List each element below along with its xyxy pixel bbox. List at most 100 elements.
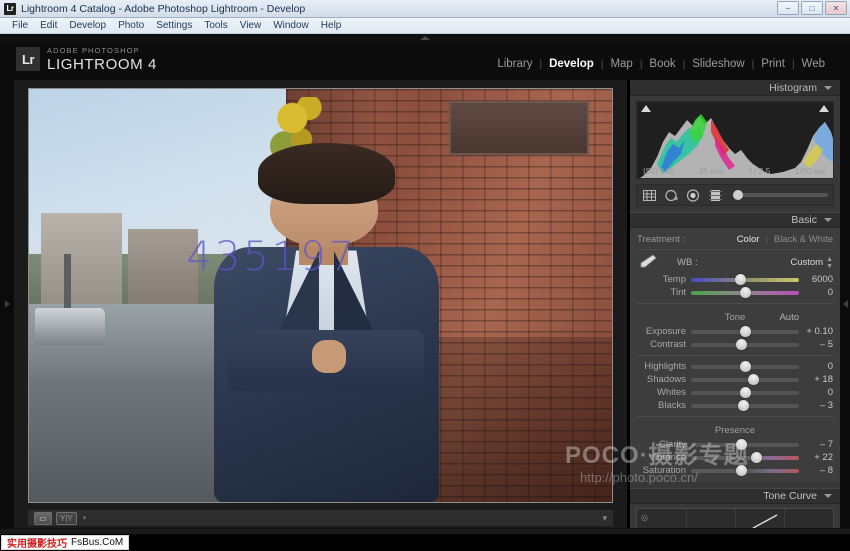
slider-knob[interactable] (740, 287, 751, 298)
chevron-left-icon (843, 300, 848, 308)
slider-shadows[interactable]: Shadows + 18 (637, 373, 833, 386)
module-library[interactable]: Library (490, 58, 539, 70)
loupe-view-button[interactable]: ▭ (34, 512, 52, 525)
eyedropper-icon[interactable] (637, 254, 659, 271)
slider-track[interactable] (691, 278, 799, 282)
chevron-down-icon[interactable] (824, 86, 832, 90)
graduated-filter-icon[interactable] (708, 189, 723, 202)
slider-track[interactable] (691, 291, 799, 295)
module-web[interactable]: Web (795, 58, 832, 70)
slider-value: – 3 (799, 400, 833, 411)
spot-removal-icon[interactable] (664, 189, 679, 202)
subject-hair (258, 143, 395, 204)
slider-knob[interactable] (740, 361, 751, 372)
lightroom-window: Lr Lightroom 4 Catalog - Adobe Photoshop… (0, 0, 850, 551)
slider-knob[interactable] (751, 452, 762, 463)
treatment-color-option[interactable]: Color (737, 234, 760, 245)
menu-develop[interactable]: Develop (63, 18, 112, 33)
module-map[interactable]: Map (603, 58, 639, 70)
identity-plate[interactable]: Lr ADOBE PHOTOSHOP LIGHTROOM 4 (16, 47, 157, 72)
module-picker: Library | Develop | Map | Book | Slidesh… (490, 58, 832, 70)
slider-knob[interactable] (740, 326, 751, 337)
slider-track[interactable] (691, 391, 799, 395)
right-panel: Histogram ISO 640 35 mm (630, 80, 840, 528)
slider-label: Exposure (637, 326, 691, 337)
top-panel-collapse[interactable] (0, 34, 850, 42)
photo-window-frame (449, 101, 589, 155)
close-button[interactable]: ✕ (825, 1, 847, 15)
slider-knob[interactable] (736, 439, 747, 450)
slider-value: 0 (799, 287, 833, 298)
slider-knob[interactable] (736, 465, 747, 476)
red-eye-icon[interactable] (686, 189, 701, 202)
module-develop[interactable]: Develop (542, 58, 601, 70)
slider-tint[interactable]: Tint 0 (637, 286, 833, 299)
divider (637, 303, 833, 304)
slider-blacks[interactable]: Blacks – 3 (637, 399, 833, 412)
menu-photo[interactable]: Photo (112, 18, 150, 33)
slider-knob[interactable] (738, 400, 749, 411)
tone-curve-header[interactable]: Tone Curve (630, 488, 840, 504)
chevron-down-icon[interactable] (824, 218, 832, 222)
module-print[interactable]: Print (754, 58, 792, 70)
menu-file[interactable]: File (6, 18, 34, 33)
slider-highlights[interactable]: Highlights 0 (637, 360, 833, 373)
slider-vibrance[interactable]: Vibrance + 22 (637, 451, 833, 464)
targeted-adjustment-icon[interactable]: ◎ (641, 513, 648, 522)
crop-overlay-icon[interactable] (642, 189, 657, 202)
slider-whites[interactable]: Whites 0 (637, 386, 833, 399)
slider-knob[interactable] (735, 274, 746, 285)
module-header: Lr ADOBE PHOTOSHOP LIGHTROOM 4 Library |… (0, 42, 850, 80)
chevron-down-icon[interactable] (824, 494, 832, 498)
menu-settings[interactable]: Settings (150, 18, 198, 33)
slider-knob[interactable] (748, 374, 759, 385)
slider-track[interactable] (691, 404, 799, 408)
metadata-iso: ISO 640 (643, 166, 674, 176)
menu-tools[interactable]: Tools (198, 18, 233, 33)
wb-preset-dropdown[interactable]: Custom ▲▼ (790, 256, 833, 270)
slider-temp[interactable]: Temp 6000 (637, 273, 833, 286)
slider-contrast[interactable]: Contrast – 5 (637, 338, 833, 351)
slider-track[interactable] (691, 469, 799, 473)
slider-track[interactable] (691, 343, 799, 347)
slider-track[interactable] (691, 378, 799, 382)
chevron-down-icon[interactable]: ▾ (83, 514, 87, 522)
treatment-bw-option[interactable]: Black & White (774, 234, 833, 245)
slider-track[interactable] (691, 330, 799, 334)
right-panel-collapse[interactable] (840, 80, 850, 528)
slider-track[interactable] (691, 456, 799, 460)
minimize-button[interactable]: – (777, 1, 799, 15)
chevron-updown-icon: ▲▼ (826, 256, 833, 270)
shadow-clipping-indicator-icon[interactable] (641, 105, 651, 112)
taskbar-item[interactable]: 实用摄影技巧 FsBus.CoM (1, 535, 129, 550)
menu-view[interactable]: View (234, 18, 268, 33)
left-panel-collapse[interactable] (0, 80, 14, 528)
module-slideshow[interactable]: Slideshow (685, 58, 751, 70)
brush-size-slider[interactable] (733, 193, 828, 197)
histogram-header[interactable]: Histogram (630, 80, 840, 96)
brush-size-knob[interactable] (733, 190, 743, 200)
slider-knob[interactable] (736, 339, 747, 350)
photo-container[interactable]: 435197 (28, 88, 613, 503)
slider-saturation[interactable]: Saturation – 8 (637, 464, 833, 477)
auto-tone-button[interactable]: Auto (779, 312, 799, 323)
maximize-button[interactable]: □ (801, 1, 823, 15)
compare-view-button[interactable]: Y|Y (56, 512, 77, 525)
histogram-title: Histogram (769, 82, 817, 94)
toolbar-options-caret[interactable]: ▾ (602, 513, 607, 524)
slider-clarity[interactable]: Clarity – 7 (637, 438, 833, 451)
slider-value: – 7 (799, 439, 833, 450)
slider-track[interactable] (691, 443, 799, 447)
slider-knob[interactable] (740, 387, 751, 398)
menu-window[interactable]: Window (267, 18, 315, 33)
identity-title: LIGHTROOM 4 (47, 57, 157, 72)
slider-exposure[interactable]: Exposure + 0.10 (637, 325, 833, 338)
histogram-panel[interactable]: ISO 640 35 mm f / 2.5 1/50 sec (636, 101, 834, 179)
highlight-clipping-indicator-icon[interactable] (819, 105, 829, 112)
basic-panel-header[interactable]: Basic (630, 212, 840, 228)
tone-curve-graph[interactable]: ◎ (636, 508, 834, 528)
menu-edit[interactable]: Edit (34, 18, 63, 33)
slider-track[interactable] (691, 365, 799, 369)
menu-help[interactable]: Help (315, 18, 348, 33)
module-book[interactable]: Book (642, 58, 682, 70)
